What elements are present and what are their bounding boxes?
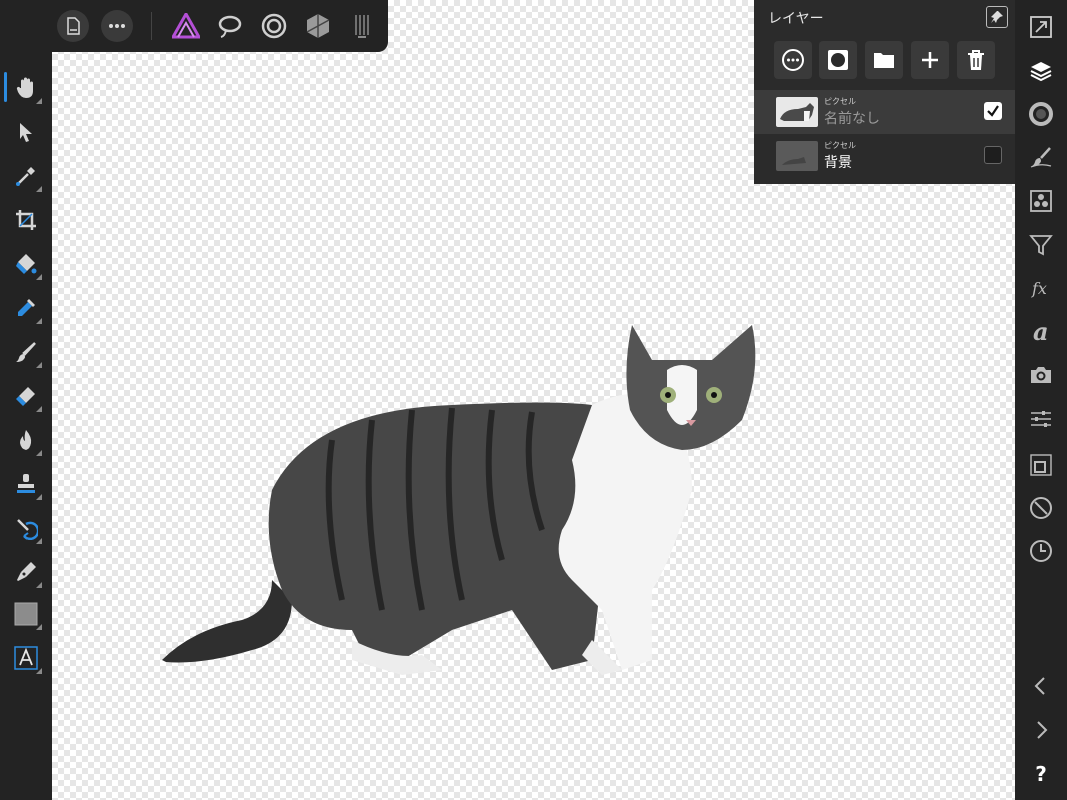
stamp-icon [17,474,35,493]
text-tool[interactable] [8,640,44,676]
layer-name: 背景 [824,155,852,171]
svg-text:fx: fx [1031,279,1047,298]
pointer-arrow-icon [20,123,32,142]
active-tool-indicator [4,72,7,102]
paint-bucket-icon [16,254,37,274]
channels-icon[interactable] [1027,187,1055,215]
export-persona-icon[interactable] [346,10,378,42]
develop-persona-icon[interactable] [258,10,290,42]
layer-type-label: ピクセル [824,97,856,106]
stock-icon[interactable] [1027,361,1055,389]
eyedropper-icon [16,167,35,186]
cat-image [162,325,756,675]
more-circle-icon [782,49,804,71]
undo-icon[interactable] [1027,672,1055,700]
transform-icon[interactable] [1027,451,1055,479]
brushes-icon[interactable] [1027,143,1055,171]
mask-icon [828,50,848,70]
toolbar-separator [151,12,152,40]
add-group-button[interactable] [865,41,903,79]
folder-icon [874,53,894,68]
filters-icon[interactable] [1027,231,1055,259]
flood-fill-tool[interactable] [8,246,44,282]
top-toolbar [0,0,388,52]
add-mask-button[interactable] [819,41,857,79]
layer-visibility-checkbox[interactable] [984,102,1002,120]
paint-brush-tool[interactable] [8,334,44,370]
adjustments-icon[interactable] [1027,405,1055,433]
dodge-brush-tool[interactable] [8,422,44,458]
full-screen-icon[interactable] [1027,13,1055,41]
move-tool[interactable] [8,114,44,150]
flame-icon [20,430,32,450]
layer-options-button[interactable] [774,41,812,79]
view-tool[interactable] [8,70,44,106]
clone-brush-tool[interactable] [8,466,44,502]
more-icon[interactable] [101,10,133,42]
healing-brush-tool[interactable] [8,510,44,546]
layer-type-label: ピクセル [824,141,856,150]
pen-nib-icon [17,562,36,581]
redo-icon[interactable] [1027,716,1055,744]
rectangle-shape-icon [14,602,38,626]
rectangle-tool[interactable] [8,596,44,632]
layer-thumbnail [776,141,818,171]
photo-persona-icon[interactable] [170,10,202,42]
liquify-persona-icon[interactable] [214,10,246,42]
text-frame-icon [14,646,38,670]
help-icon[interactable]: ? [1027,760,1055,788]
plus-icon [922,52,938,68]
add-layer-button[interactable] [911,41,949,79]
hand-icon [16,77,33,98]
pin-panel-button[interactable] [986,6,1008,28]
pin-icon [991,11,1003,23]
effects-icon[interactable]: fx [1027,274,1055,302]
crop-icon [16,210,36,230]
svg-text:a: a [1033,319,1049,343]
paintbrush-icon [16,342,36,362]
color-picker-tool[interactable] [8,158,44,194]
layer-row-background[interactable]: ピクセル 背景 [754,134,1015,178]
delete-layer-button[interactable] [957,41,995,79]
crop-tool[interactable] [8,202,44,238]
tone-mapping-persona-icon[interactable] [302,10,334,42]
selection-brush-tool[interactable] [8,290,44,326]
layer-visibility-checkbox[interactable] [984,146,1002,164]
erase-brush-tool[interactable] [8,378,44,414]
layer-thumbnail [776,97,818,127]
color-icon[interactable] [1027,100,1055,128]
layers-icon[interactable] [1027,57,1055,85]
pen-tool[interactable] [8,554,44,590]
navigator-icon[interactable] [1027,494,1055,522]
selection-brush-icon [18,299,35,316]
right-toolbar: fx a ? [1015,0,1067,800]
document-icon[interactable] [57,10,89,42]
eraser-icon [16,387,35,406]
checkmark-icon [987,105,999,117]
layers-panel-title: レイヤー [768,11,824,27]
layer-name: 名前なし [824,111,880,127]
left-toolbar [0,0,52,800]
history-icon[interactable] [1027,537,1055,565]
text-styles-icon[interactable]: a [1027,317,1055,345]
trash-icon [968,50,984,70]
layer-row-unnamed[interactable]: ピクセル 名前なし [754,90,1015,134]
layers-panel: レイヤー ピクセル 名前なし ピクセル 背景 [754,0,1015,184]
healing-brush-icon [17,519,38,540]
